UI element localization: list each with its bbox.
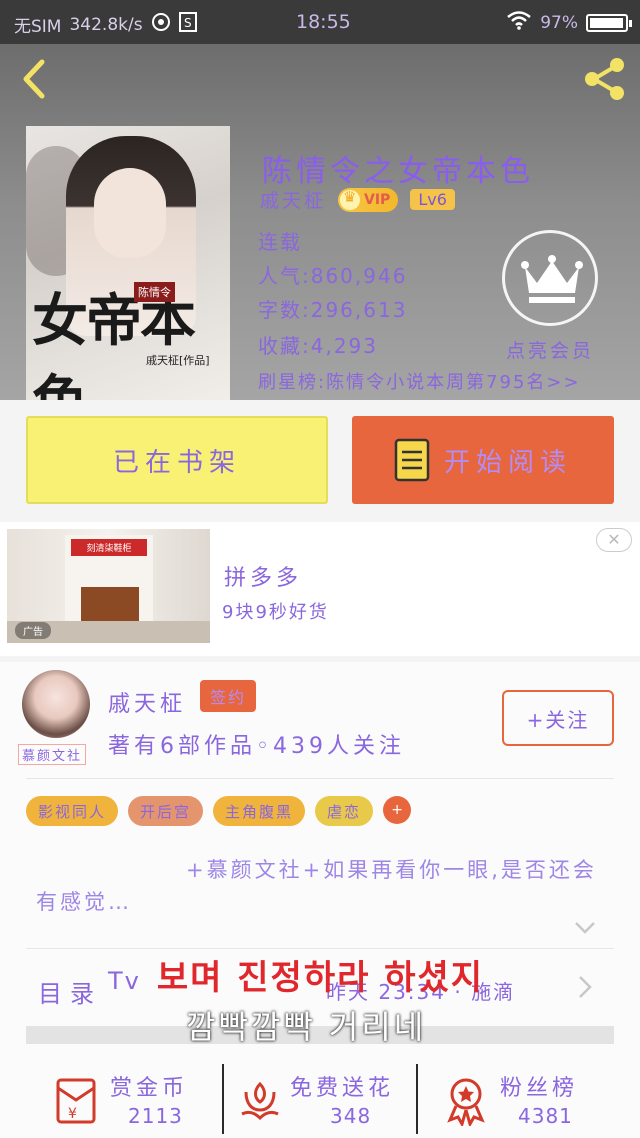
member-crown-button[interactable] bbox=[502, 230, 598, 326]
start-reading-label: 开始阅读 bbox=[443, 447, 572, 478]
level-badge: Lv6 bbox=[410, 189, 455, 210]
start-reading-button[interactable]: 开始阅读 bbox=[352, 416, 614, 504]
stat-value: 348 bbox=[330, 1104, 372, 1128]
book-word-count: 字数:296,613 bbox=[258, 298, 408, 322]
book-popularity: 人气:860,946 bbox=[258, 264, 408, 288]
avatar[interactable] bbox=[22, 670, 90, 738]
book-header: 女帝本色 陈情令 戚天柾[作品] 陈情令之女帝本色 戚天柾 VIP Lv6 连载… bbox=[0, 44, 640, 400]
author-row: 戚天柾 VIP Lv6 bbox=[260, 186, 455, 213]
stat-label: 粉丝榜 bbox=[500, 1076, 579, 1101]
author-name[interactable]: 戚天柾 bbox=[260, 186, 326, 213]
share-icon bbox=[585, 58, 624, 100]
s-app-icon: S bbox=[178, 12, 197, 37]
toc-row[interactable]: 目录 昨天 23:34 · 施滴 bbox=[26, 950, 614, 1024]
ad-image-title: 刻清柒鞋柜 bbox=[71, 539, 147, 556]
medal-icon bbox=[447, 1078, 485, 1126]
follow-button[interactable]: +关注 bbox=[502, 690, 614, 746]
eye-icon bbox=[151, 12, 171, 37]
bottom-stats-bar: ¥ 赏金币 2113 免费送花 348 粉丝榜 4381 bbox=[0, 1062, 640, 1138]
vip-badge: VIP bbox=[338, 187, 399, 212]
separator-band bbox=[26, 1026, 614, 1044]
battery-percent: 97% bbox=[540, 12, 578, 33]
toc-label: 目录 bbox=[38, 980, 102, 1008]
clock: 18:55 bbox=[296, 11, 351, 33]
vip-label: VIP bbox=[364, 191, 391, 208]
tag-pill[interactable]: 虐恋 bbox=[315, 796, 374, 826]
toc-latest-update: 昨天 23:34 · 施滴 bbox=[326, 980, 516, 1004]
book-status: 连载 bbox=[258, 230, 302, 254]
ad-tag: 广告 bbox=[15, 622, 51, 639]
back-button[interactable] bbox=[14, 54, 56, 104]
in-shelf-label: 已在书架 bbox=[112, 447, 241, 478]
follow-label: +关注 bbox=[526, 707, 590, 732]
battery-icon bbox=[586, 13, 632, 32]
svg-text:S: S bbox=[184, 16, 192, 30]
chevron-down-icon[interactable] bbox=[574, 920, 596, 936]
flower-icon bbox=[241, 1081, 279, 1121]
more-tags-button[interactable]: + bbox=[383, 796, 412, 824]
tag-pill[interactable]: 主角腹黑 bbox=[213, 796, 306, 826]
battery-fill bbox=[590, 17, 623, 28]
book-favorites: 收藏:4,293 bbox=[258, 334, 378, 358]
ad-slogan[interactable]: 9块9秒好货 bbox=[222, 598, 329, 624]
red-envelope-icon: ¥ bbox=[56, 1078, 96, 1124]
in-shelf-button[interactable]: 已在书架 bbox=[26, 416, 328, 504]
cover-face bbox=[94, 168, 166, 258]
stat-label: 免费送花 bbox=[290, 1076, 395, 1101]
book-intro[interactable]: +慕颜文社+如果再看你一眼,是否还会有感觉… bbox=[36, 854, 606, 918]
tag-pill[interactable]: 影视同人 bbox=[26, 796, 119, 826]
author-card-name[interactable]: 戚天柾 bbox=[108, 686, 186, 718]
carrier-text: 无SIM bbox=[14, 17, 62, 37]
ad-title[interactable]: 拼多多 bbox=[224, 560, 302, 592]
ad-banner[interactable]: 刻清柒鞋柜 广告 拼多多 9块9秒好货 ✕ bbox=[0, 522, 640, 656]
wifi-icon bbox=[506, 10, 532, 35]
book-cover[interactable]: 女帝本色 陈情令 戚天柾[作品] bbox=[26, 126, 230, 400]
divider bbox=[26, 778, 614, 779]
ad-close-button[interactable]: ✕ bbox=[596, 528, 632, 552]
cover-series-badge: 陈情令 bbox=[134, 282, 175, 302]
status-bar: 无SIM 342.8k/s S 18:55 97% bbox=[0, 0, 640, 44]
book-title: 陈情令之女帝本色 bbox=[262, 154, 534, 189]
author-stats: 著有6部作品◦439人关注 bbox=[108, 734, 405, 759]
rank-link[interactable]: 刷星榜:陈情令小说本周第795名>> bbox=[258, 368, 581, 394]
divider bbox=[26, 948, 614, 949]
chevron-left-icon bbox=[23, 59, 45, 99]
tag-list: 影视同人 开后宫 主角腹黑 虐恋 + bbox=[26, 796, 412, 826]
tag-pill[interactable]: 开后宫 bbox=[128, 796, 204, 826]
stat-value: 2113 bbox=[128, 1104, 183, 1128]
coin-reward-button[interactable]: ¥ 赏金币 2113 bbox=[0, 1062, 222, 1138]
fan-ranking-button[interactable]: 粉丝榜 4381 bbox=[418, 1062, 640, 1138]
avatar-tag: 慕颜文社 bbox=[18, 744, 87, 765]
member-link[interactable]: 点亮会员 bbox=[506, 336, 594, 363]
signed-badge: 签约 bbox=[200, 680, 257, 712]
svg-text:¥: ¥ bbox=[68, 1106, 77, 1122]
share-button[interactable] bbox=[580, 54, 630, 104]
ad-image[interactable]: 刻清柒鞋柜 广告 bbox=[7, 529, 210, 643]
close-icon: ✕ bbox=[607, 530, 621, 549]
crown-icon bbox=[340, 188, 361, 210]
chevron-right-icon bbox=[579, 976, 592, 998]
stat-label: 赏金币 bbox=[110, 1076, 189, 1101]
cover-title: 女帝本色 bbox=[32, 288, 196, 400]
book-icon bbox=[394, 438, 430, 482]
crown-icon bbox=[521, 255, 583, 303]
cover-author: 戚天柾[作品] bbox=[146, 354, 210, 367]
send-flower-button[interactable]: 免费送花 348 bbox=[224, 1062, 416, 1138]
stat-value: 4381 bbox=[518, 1104, 573, 1128]
network-speed: 342.8k/s bbox=[69, 14, 143, 35]
